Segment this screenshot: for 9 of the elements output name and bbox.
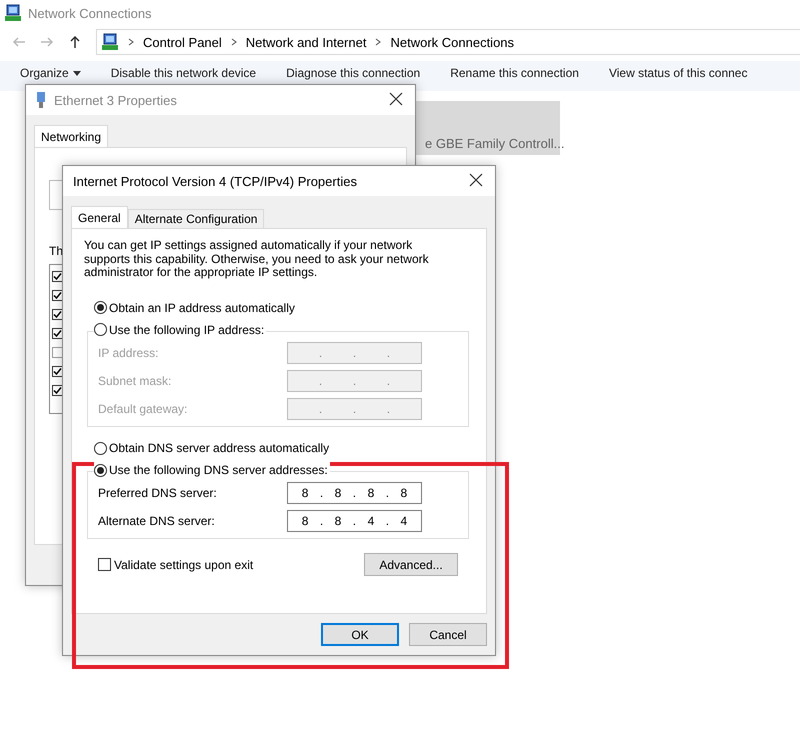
window-title: Network Connections [28, 6, 152, 20]
dialog-title: Internet Protocol Version 4 (TCP/IPv4) Properties [73, 174, 358, 188]
description-text: You can get IP settings assigned automatically if your network supports this capability. Otherwise, you need to ask your network administrator for the appropriate IP settings. [84, 239, 430, 280]
field-label: Alternate DNS server: [98, 514, 215, 528]
field-label: Preferred DNS server: [98, 486, 217, 500]
field-label: Default gateway: [98, 402, 188, 416]
field-label: IP address: [98, 346, 158, 360]
dialog-title: Ethernet 3 Properties [54, 92, 178, 108]
field-label: Subnet mask: [98, 374, 172, 388]
